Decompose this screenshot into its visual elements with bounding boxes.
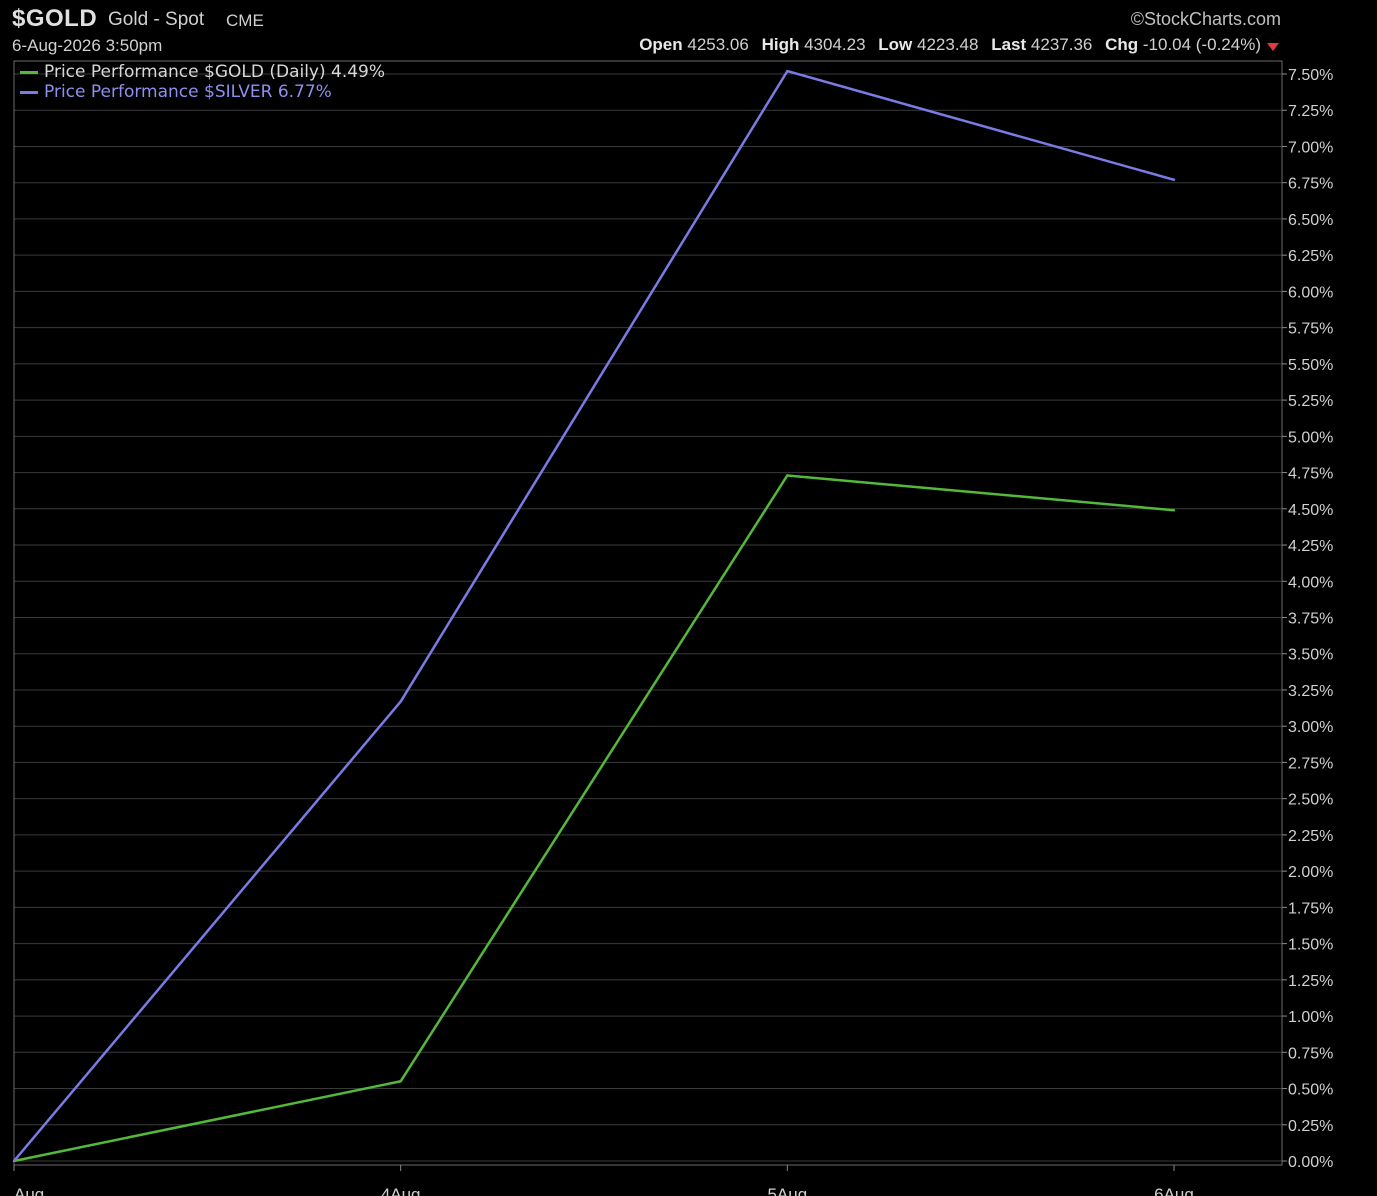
series-lines [12, 69, 1176, 1163]
x-axis: Aug 4Aug 5Aug 6Aug [13, 1165, 1194, 1196]
y-tick-label: 7.50% [1288, 67, 1333, 84]
low-label: Low [878, 35, 913, 54]
y-tick-label: 5.25% [1288, 393, 1333, 410]
legend-item-gold[interactable]: Price Performance $GOLD (Daily) 4.49% [20, 62, 385, 82]
legend-swatch-silver [20, 90, 38, 94]
legend-item-silver[interactable]: Price Performance $SILVER 6.77% [20, 82, 332, 102]
series-line-gold [13, 474, 1175, 1163]
legend-swatch-gold [20, 70, 38, 74]
data-point [399, 1080, 402, 1083]
data-point [786, 474, 789, 477]
down-arrow-icon [1267, 43, 1279, 51]
y-tick-label: 2.00% [1288, 864, 1333, 881]
high-label: High [761, 35, 800, 54]
y-tick-label: 3.50% [1288, 647, 1333, 664]
x-tick-label: 5Aug [767, 1185, 807, 1196]
data-point [1172, 509, 1176, 512]
last-value: 4237.36 [1030, 35, 1093, 54]
chart-date: 6-Aug-2026 3:50pm [12, 36, 163, 55]
x-tick-label: Aug [14, 1185, 44, 1196]
y-tick-label: 6.75% [1288, 176, 1333, 193]
y-tick-label: 6.50% [1288, 212, 1333, 229]
ohlc-bar: Open 4253.06 High 4304.23 Low 4223.48 La… [639, 35, 1261, 55]
brand-watermark[interactable]: ©StockCharts.com [1131, 9, 1281, 30]
symbol: $GOLD [12, 5, 98, 32]
y-tick-label: 2.25% [1288, 828, 1333, 845]
y-tick-label: 2.75% [1288, 755, 1333, 772]
low-value: 4223.48 [917, 35, 979, 54]
chg-label: Chg [1105, 35, 1139, 54]
y-tick-label: 5.75% [1288, 321, 1333, 338]
gridlines [14, 73, 1282, 1162]
y-tick-label: 6.00% [1288, 284, 1333, 301]
symbol-description: Gold - Spot [108, 9, 205, 30]
exchange: CME [226, 11, 264, 30]
chg-value: -10.04 (-0.24%) [1142, 35, 1261, 54]
high-value: 4304.23 [804, 35, 866, 54]
open-label: Open [639, 35, 683, 54]
y-tick-label: 1.00% [1288, 1009, 1333, 1026]
y-tick-label: 1.25% [1288, 973, 1333, 990]
y-tick-label: 2.50% [1288, 792, 1333, 809]
y-tick-label: 7.25% [1288, 103, 1333, 120]
y-tick-label: 4.75% [1288, 466, 1333, 483]
x-tick-label: 4Aug [381, 1185, 421, 1196]
y-tick-label: 0.25% [1288, 1118, 1333, 1135]
y-tick-label: 3.75% [1288, 611, 1333, 628]
y-tick-label: 4.00% [1288, 574, 1333, 591]
y-tick-label: 6.25% [1288, 248, 1333, 265]
series-line-silver [13, 69, 1175, 1162]
y-tick-label: 3.00% [1288, 719, 1333, 736]
y-tick-label: 1.50% [1288, 937, 1333, 954]
data-point [12, 1159, 16, 1163]
y-tick-label: 0.50% [1288, 1082, 1333, 1099]
y-tick-label: 4.50% [1288, 502, 1333, 519]
plot-frame [13, 60, 1283, 1166]
data-point [399, 700, 402, 703]
data-point [786, 69, 789, 73]
y-tick-label: 1.75% [1288, 900, 1333, 917]
x-tick-label: 6Aug [1154, 1185, 1194, 1196]
y-tick-label: 7.00% [1288, 139, 1333, 156]
legend-label-silver: Price Performance $SILVER 6.77% [44, 82, 332, 102]
y-tick-label: 5.00% [1288, 429, 1333, 446]
legend-label-gold: Price Performance $GOLD (Daily) 4.49% [44, 62, 386, 82]
y-tick-label: 5.50% [1288, 357, 1333, 374]
y-tick-label: 3.25% [1288, 683, 1333, 700]
y-tick-label: 0.75% [1288, 1045, 1333, 1062]
y-tick-label: 4.25% [1288, 538, 1333, 555]
open-value: 4253.06 [687, 35, 749, 54]
last-label: Last [991, 35, 1027, 54]
data-point [1172, 178, 1176, 182]
y-axis: 0.00% 0.25% 0.50% 0.75% 1.00% 1.25% 1.50% 1.75%… [1282, 67, 1333, 1171]
performance-chart: 0.00% 0.25% 0.50% 0.75% 1.00% 1.25% 1.50% 1.75%… [12, 60, 1333, 1196]
y-tick-label: 0.00% [1288, 1154, 1333, 1171]
